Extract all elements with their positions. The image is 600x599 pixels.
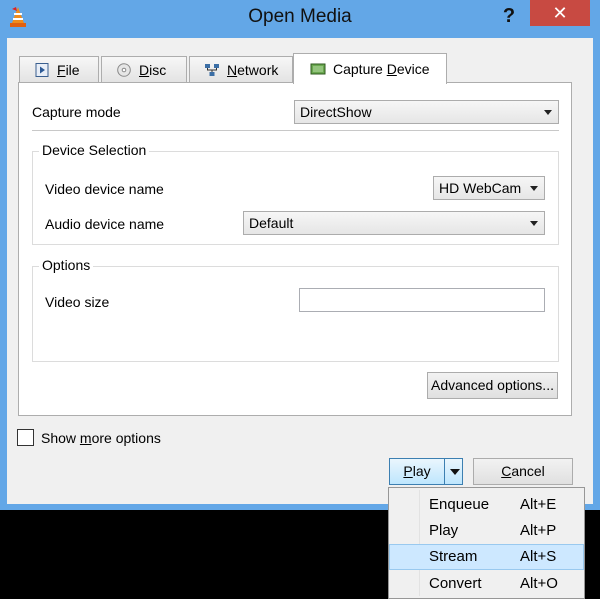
menu-item-label: Enqueue [429,496,490,513]
menu-item-shortcut: Alt+P [520,522,557,539]
tab-disc-label: Disc [139,61,167,78]
cancel-button[interactable]: Cancel [473,458,573,485]
tab-capture-device[interactable]: Capture Device [293,53,447,84]
menu-item-stream[interactable]: Stream Alt+S [389,544,584,570]
chevron-down-icon [530,221,538,226]
help-button[interactable]: ? [496,2,522,30]
device-selection-group: Device Selection Video device name HD We… [32,142,559,245]
menu-item-shortcut: Alt+E [520,496,557,513]
tab-file[interactable]: File [19,56,99,82]
video-device-value: HD WebCam [439,180,522,196]
disc-icon [117,62,131,77]
advanced-options-button[interactable]: Advanced options... [427,372,558,399]
close-button[interactable]: ✕ [530,0,590,26]
open-media-window: Open Media ? ✕ File Disc Network Capture… [0,0,600,510]
device-selection-title: Device Selection [39,142,150,158]
split-divider [444,459,445,484]
show-more-options-label[interactable]: Show more options [41,430,161,446]
capture-device-panel: Capture mode DirectShow Device Selection… [18,82,572,416]
capture-device-icon [310,63,326,75]
options-group: Options Video size [32,257,559,362]
capture-mode-label: Capture mode [32,104,121,120]
video-size-input[interactable] [299,288,545,312]
tab-network-label: Network [227,61,279,78]
chevron-down-icon [530,186,538,191]
capture-mode-value: DirectShow [300,104,372,120]
tab-disc[interactable]: Disc [101,56,187,82]
menu-item-play[interactable]: Play Alt+P [389,518,584,544]
play-split-button[interactable]: Play [389,458,463,485]
menu-item-label: Convert [429,575,482,592]
dialog-client-area: File Disc Network Capture Device Capture… [7,38,593,504]
menu-item-convert[interactable]: Convert Alt+O [389,571,584,597]
menu-item-label: Play [429,522,459,539]
menu-item-label: Stream [429,548,478,565]
capture-mode-select[interactable]: DirectShow [294,100,559,124]
video-device-label: Video device name [45,181,164,197]
menu-item-shortcut: Alt+O [520,575,558,592]
divider [32,130,559,131]
tab-capture-device-label: Capture Device [333,61,430,77]
title-bar[interactable]: Open Media ? ✕ [0,0,600,38]
file-icon [35,62,49,77]
dropdown-arrow-icon[interactable] [450,469,460,475]
video-size-label: Video size [45,294,110,310]
tab-file-label: File [57,61,80,78]
options-title: Options [39,257,94,273]
audio-device-select[interactable]: Default [243,211,545,235]
menu-item-shortcut: Alt+S [520,548,557,565]
menu-item-enqueue[interactable]: Enqueue Alt+E [389,492,584,518]
audio-device-value: Default [249,215,294,231]
network-icon [205,63,219,76]
show-more-options-checkbox[interactable] [17,429,34,446]
audio-device-label: Audio device name [45,216,165,232]
play-button[interactable]: Play [390,459,444,484]
video-device-select[interactable]: HD WebCam [433,176,545,200]
tab-network[interactable]: Network [189,56,293,82]
play-dropdown-menu: Enqueue Alt+E Play Alt+P Stream Alt+S Co… [388,487,585,599]
chevron-down-icon [544,110,552,115]
